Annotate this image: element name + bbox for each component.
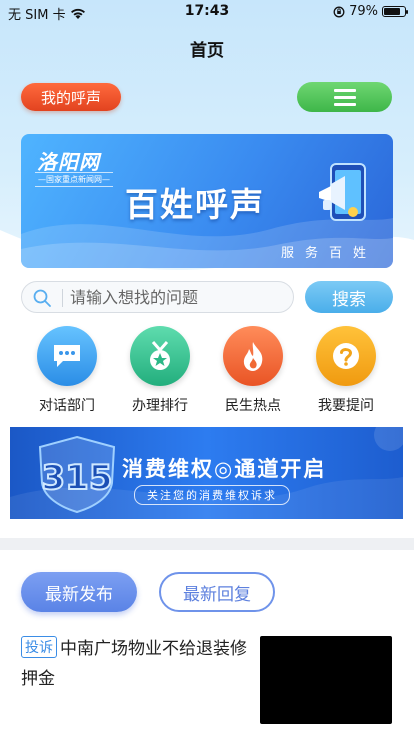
quick-link-ranking[interactable]: 办理排行 — [114, 326, 206, 415]
battery-fill — [384, 8, 400, 15]
question-icon — [316, 326, 376, 386]
consumer-rights-banner[interactable]: 315 消费维权◎通道开启 关注您的消费维权诉求 — [10, 427, 403, 519]
megaphone-phone-icon — [319, 163, 366, 221]
battery-icon — [382, 6, 408, 17]
complaint-tag: 投诉 — [21, 636, 57, 658]
promo-logo-text: 315 — [42, 458, 113, 498]
search-box[interactable] — [21, 281, 294, 313]
search-input[interactable] — [70, 282, 290, 312]
315-shield-logo: 315 — [38, 435, 116, 514]
quick-link-hot-topics[interactable]: 民生热点 — [207, 326, 299, 415]
quick-link-label: 办理排行 — [132, 398, 188, 414]
search-separator — [62, 289, 63, 307]
menu-icon-bar — [333, 102, 356, 106]
hero-banner[interactable]: 洛阳网 —国家重点新闻网— 百姓呼声 服务百姓 — [21, 134, 393, 268]
battery-percent: 79% — [349, 4, 378, 19]
quick-link-dialog-department[interactable]: 对话部门 — [21, 326, 113, 415]
list-item-thumbnail[interactable] — [260, 636, 392, 724]
quick-link-label: 我要提问 — [318, 398, 374, 414]
flame-icon — [223, 326, 283, 386]
quick-link-label: 民生热点 — [225, 398, 281, 414]
status-right: 79% — [333, 4, 408, 19]
banner-subtitle: 服务百姓 — [280, 246, 377, 261]
quick-link-label: 对话部门 — [39, 398, 95, 414]
menu-button[interactable] — [297, 82, 392, 112]
tab-latest-replies[interactable]: 最新回复 — [159, 572, 275, 612]
menu-icon-bar — [333, 88, 356, 92]
banner-brand-logo: 洛阳网 — [37, 150, 100, 174]
my-voice-button[interactable]: 我的呼声 — [21, 83, 121, 111]
search-icon — [33, 289, 51, 307]
page-title: 首页 — [190, 41, 224, 61]
tab-latest-posts[interactable]: 最新发布 — [21, 572, 137, 612]
banner-title: 百姓呼声 — [125, 185, 265, 224]
medal-icon — [130, 326, 190, 386]
search-button[interactable]: 搜索 — [305, 281, 393, 313]
banner-brand-subtitle: —国家重点新闻网— — [35, 172, 113, 187]
quick-link-ask-question[interactable]: 我要提问 — [300, 326, 392, 415]
status-bar: 无 SIM 卡 17:43 79% — [0, 0, 414, 24]
section-divider — [0, 538, 414, 550]
orientation-lock-icon — [333, 6, 345, 17]
promo-subtitle: 关注您的消费维权诉求 — [134, 485, 290, 505]
chat-bubble-icon — [37, 326, 97, 386]
promo-title: 消费维权◎通道开启 — [122, 457, 327, 481]
menu-icon-bar — [333, 95, 356, 99]
